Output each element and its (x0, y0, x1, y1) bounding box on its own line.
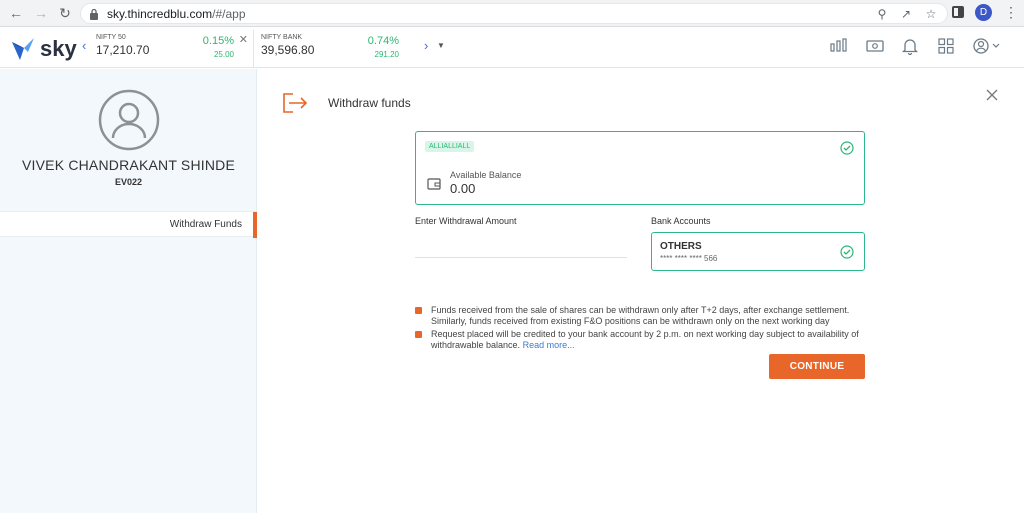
address-bar[interactable]: sky.thincredblu.com/#/app ⚲ ↗ ☆ (80, 3, 948, 24)
bookmark-star-icon[interactable]: ☆ (924, 7, 938, 21)
bird-logo-icon (12, 38, 34, 60)
sidebar-item-label: Withdraw Funds (169, 219, 242, 230)
key-icon[interactable]: ⚲ (875, 7, 889, 21)
check-circle-icon (840, 141, 854, 155)
user-code: EV022 (114, 177, 143, 187)
forward-arrow-icon[interactable]: → (33, 5, 49, 21)
continue-button[interactable]: CONTINUE (769, 354, 865, 379)
ticker-prev-icon[interactable]: ‹ (82, 38, 86, 53)
ticker-next-icon[interactable]: › (424, 38, 428, 53)
account-tag: ALLIALLIALL (425, 141, 475, 152)
reload-icon[interactable]: ↻ (57, 5, 73, 21)
ticker-percent: 0.15% (202, 35, 234, 47)
ticker-name: NIFTY BANK (261, 34, 303, 41)
info-note-credit: Request placed will be credited to your … (415, 329, 870, 351)
back-arrow-icon[interactable]: ← (8, 5, 24, 21)
page-title: Withdraw funds (328, 96, 411, 110)
ticker-nifty50[interactable]: NIFTY 50 17,210.70 0.15% 25.00 ✕ (96, 32, 248, 62)
account-card[interactable]: ALLIALLIALL Available Balance 0.00 (415, 131, 865, 205)
check-circle-icon (840, 245, 854, 259)
available-balance-label: Available Balance (450, 170, 522, 180)
bullet-marker (415, 331, 422, 338)
side-panel-icon[interactable] (952, 6, 964, 18)
share-icon[interactable]: ↗ (899, 7, 913, 21)
close-icon[interactable] (985, 88, 999, 102)
withdrawal-amount-label: Enter Withdrawal Amount (415, 216, 517, 226)
ticker-value: 17,210.70 (96, 43, 150, 57)
bank-accounts-label: Bank Accounts (651, 216, 711, 226)
user-menu-icon[interactable] (972, 37, 1002, 55)
funds-icon[interactable] (865, 37, 885, 55)
browser-menu-icon[interactable]: ⋮ (1004, 4, 1018, 21)
bank-name: OTHERS (660, 241, 702, 252)
wallet-icon (427, 178, 441, 190)
profile-sidebar: VIVEK CHANDRAKANT SHINDE EV022 Withdraw … (0, 69, 257, 513)
ticker-value: 39,596.80 (261, 43, 315, 57)
active-indicator (253, 212, 257, 238)
user-name: VIVEK CHANDRAKANT SHINDE (21, 157, 236, 173)
info-note-settlement: Funds received from the sale of shares c… (415, 305, 870, 327)
withdrawal-amount-input[interactable] (415, 236, 627, 258)
ticker-dropdown-icon[interactable]: ▼ (437, 41, 445, 50)
bank-account-number: **** **** **** 566 (660, 254, 718, 263)
ticker-percent: 0.74% (367, 35, 399, 47)
ticker-change: 25.00 (213, 50, 234, 59)
profile-avatar[interactable]: D (975, 4, 992, 21)
close-icon[interactable]: ✕ (239, 33, 248, 46)
sidebar-item-withdraw-funds[interactable]: Withdraw Funds (0, 211, 257, 238)
sky-logo[interactable]: sky (10, 34, 80, 62)
user-avatar-icon (98, 89, 160, 151)
read-more-link[interactable]: Read more... (523, 340, 575, 350)
ticker-name: NIFTY 50 (96, 34, 126, 41)
note-text: Request placed will be credited to your … (431, 329, 859, 350)
apps-grid-icon[interactable] (936, 37, 956, 55)
chart-icon[interactable] (829, 37, 849, 55)
bell-icon[interactable] (900, 37, 920, 55)
note-text-wrap: Request placed will be credited to your … (431, 329, 871, 351)
ticker-niftybank[interactable]: NIFTY BANK 39,596.80 0.74% 291.20 (261, 32, 413, 62)
note-text: Funds received from the sale of shares c… (431, 305, 850, 326)
lock-icon (90, 8, 98, 20)
bullet-marker (415, 307, 422, 314)
bank-account-card[interactable]: OTHERS **** **** **** 566 (651, 232, 865, 271)
available-balance-value: 0.00 (450, 181, 476, 196)
browser-chrome: ← → ↻ sky.thincredblu.com/#/app ⚲ ↗ ☆ D … (0, 0, 1024, 27)
ticker-change: 291.20 (374, 50, 399, 59)
withdraw-icon (283, 93, 308, 113)
url-text: sky.thincredblu.com/#/app (107, 7, 246, 21)
brand-name: sky (40, 36, 77, 61)
ticker-divider (253, 30, 254, 68)
